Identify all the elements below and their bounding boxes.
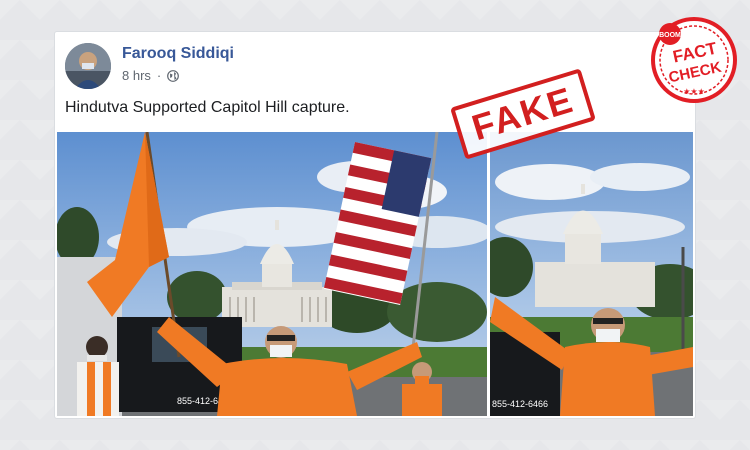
svg-text:BOOM: BOOM bbox=[659, 32, 681, 39]
post-photo-original[interactable]: 855-412-6466 bbox=[490, 132, 693, 416]
boom-fact-check-logo: BOOM FACT CHECK ★★★ bbox=[648, 14, 740, 106]
globe-icon[interactable] bbox=[167, 69, 180, 82]
truck-phone-number-2: 855-412-6466 bbox=[492, 399, 548, 409]
post-meta: 8 hrs · bbox=[122, 68, 180, 83]
author-name[interactable]: Farooq Siddiqi bbox=[122, 45, 234, 63]
facebook-post-card: Farooq Siddiqi 8 hrs · Hindutva Supporte… bbox=[55, 32, 695, 418]
post-photo-edited[interactable]: 855-412-6466 bbox=[57, 132, 487, 416]
avatar[interactable] bbox=[65, 43, 111, 89]
post-timestamp[interactable]: 8 hrs bbox=[122, 68, 151, 83]
post-text: Hindutva Supported Capitol Hill capture. bbox=[65, 99, 350, 116]
svg-text:★★★: ★★★ bbox=[683, 87, 705, 96]
